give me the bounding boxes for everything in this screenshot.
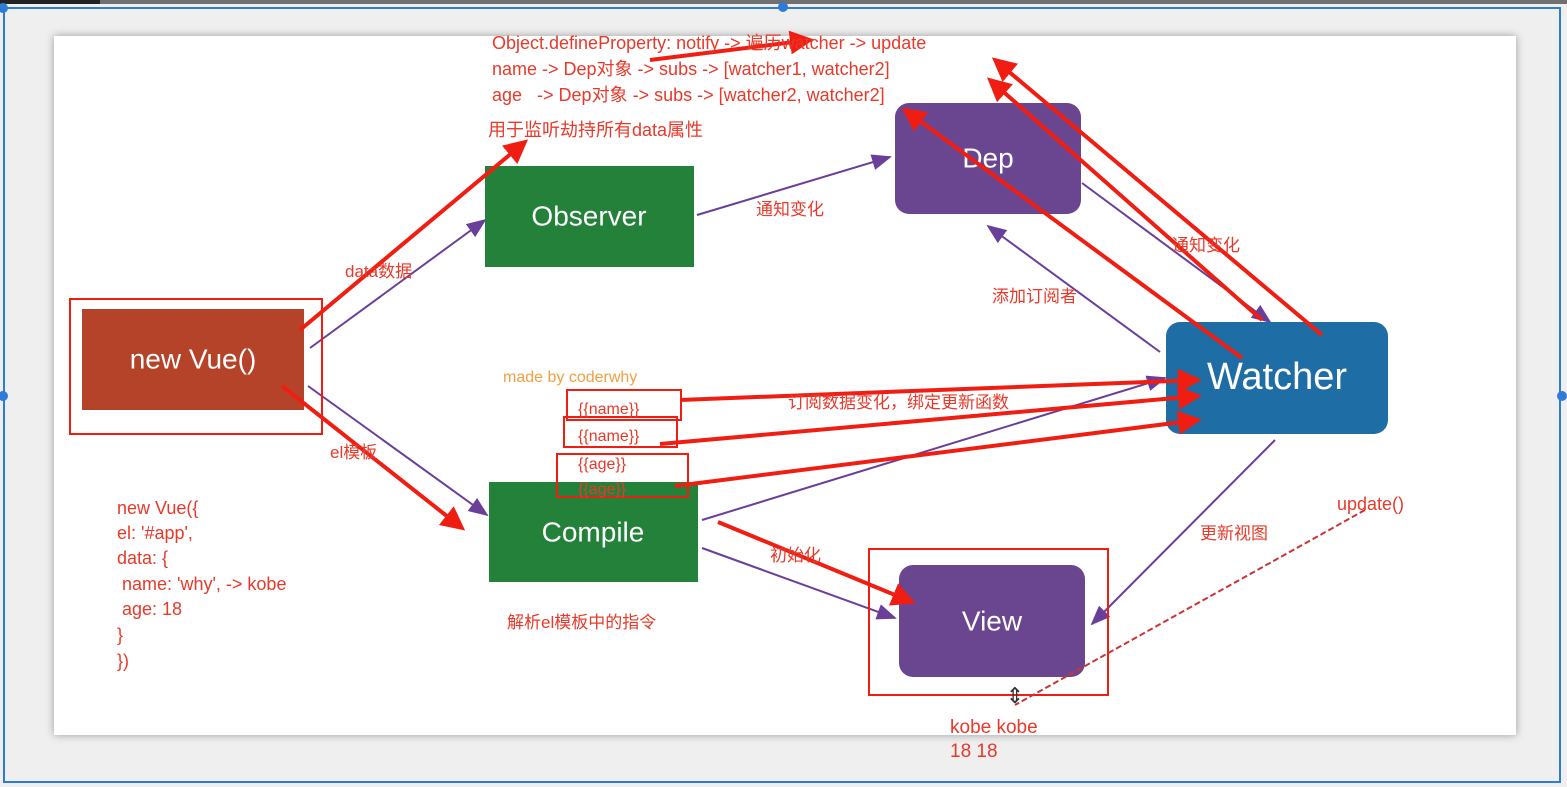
observer-caption: 用于监听劫持所有data属性: [488, 120, 703, 140]
code-line: }: [117, 625, 123, 645]
diagram: new Vue() Observer Dep Watcher Compile V…: [69, 30, 1404, 762]
template-name: {{name}}: [578, 428, 640, 445]
node-compile-label: Compile: [542, 516, 645, 547]
note-line-1: Object.defineProperty: notify -> 遍历watch…: [492, 33, 926, 53]
view-output-age: 18 18: [950, 741, 998, 762]
edge-label-add-subscriber: 添加订阅者: [992, 287, 1077, 306]
compile-caption: 解析el模板中的指令: [507, 613, 656, 632]
edge-label-el: el模板: [330, 443, 377, 462]
code-line: new Vue({: [117, 498, 198, 518]
edge-label-init: 初始化: [770, 546, 821, 565]
edge-label-data: data数据: [345, 262, 412, 281]
code-line: }): [117, 651, 129, 671]
edge-vue-observer: [309, 218, 487, 349]
node-watcher-label: Watcher: [1207, 356, 1347, 398]
edge-label-notify: 通知变化: [756, 200, 824, 219]
note-line-2: name -> Dep对象 -> subs -> [watcher1, watc…: [492, 59, 890, 79]
edge-label-notify: 通知变化: [1172, 236, 1240, 255]
template-age: {{age}}: [578, 456, 627, 473]
code-line: name: 'why', -> kobe: [117, 574, 286, 594]
template-name: {{name}}: [578, 401, 640, 418]
view-output-name: kobe kobe: [950, 717, 1038, 738]
annot-arrow-sub3: [674, 410, 1202, 488]
node-observer-label: Observer: [531, 200, 646, 231]
code-line: el: '#app',: [117, 523, 193, 543]
edge-label-subscribe: 订阅数据变化，绑定更新函数: [788, 393, 1009, 412]
update-function-label: update(): [1337, 494, 1404, 514]
credit-text: made by coderwhy: [503, 369, 637, 386]
code-line: age: 18: [117, 599, 182, 619]
cursor-resize-icon: ⇕: [1006, 683, 1024, 708]
node-new-vue-label: new Vue(): [130, 343, 257, 374]
node-view-label: View: [962, 605, 1023, 636]
template-age: {{age}}: [578, 481, 627, 498]
code-line: data: {: [117, 548, 168, 568]
edge-label-update-view: 更新视图: [1200, 524, 1268, 543]
note-line-3: age -> Dep对象 -> subs -> [watcher2, watch…: [492, 85, 885, 105]
